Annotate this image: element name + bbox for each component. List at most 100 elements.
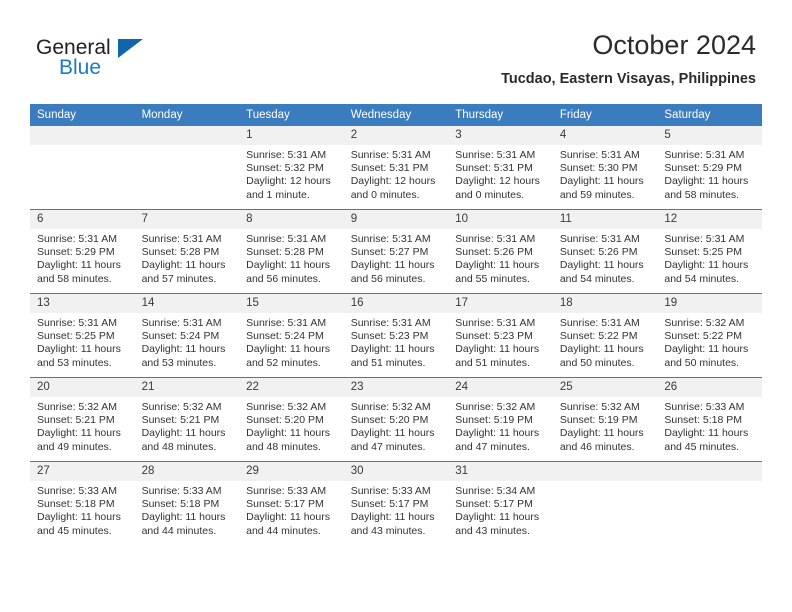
sunrise-text: Sunrise: 5:31 AM xyxy=(559,149,640,161)
day-number: 22 xyxy=(239,378,344,397)
daylight-text-line1: Daylight: 11 hours xyxy=(455,259,540,272)
daylight-text-line2: and 58 minutes. xyxy=(37,272,112,285)
day-number: 17 xyxy=(448,294,553,313)
day-details: Sunrise: 5:31 AM Sunset: 5:23 PM Daylight:… xyxy=(448,313,553,370)
sunset-text: Sunset: 5:23 PM xyxy=(350,330,429,343)
calendar-day-cell[interactable]: 8 Sunrise: 5:31 AM Sunset: 5:28 PM Daylight… xyxy=(239,209,344,294)
sunrise-text: Sunrise: 5:31 AM xyxy=(559,233,640,245)
day-number xyxy=(30,126,135,145)
day-details: Sunrise: 5:33 AM Sunset: 5:17 PM Daylight:… xyxy=(344,481,449,538)
daylight-text-line2: and 56 minutes. xyxy=(246,272,321,285)
daylight-text-line2: and 52 minutes. xyxy=(246,356,321,369)
calendar-day-cell[interactable]: 7 Sunrise: 5:31 AM Sunset: 5:28 PM Daylight… xyxy=(134,209,240,294)
sunset-text: Sunset: 5:31 PM xyxy=(350,162,429,175)
calendar-body: 1 Sunrise: 5:31 AM Sunset: 5:32 PM Daylight… xyxy=(30,126,762,545)
calendar-day-cell[interactable]: 31 Sunrise: 5:34 AM Sunset: 5:17 PM Dayligh… xyxy=(448,461,553,545)
daylight-text-line1: Daylight: 11 hours xyxy=(559,343,644,356)
day-number: 19 xyxy=(657,294,762,313)
sunset-text: Sunset: 5:24 PM xyxy=(141,330,220,343)
day-number: 30 xyxy=(343,462,449,481)
sunrise-text: Sunrise: 5:32 AM xyxy=(141,401,222,413)
calendar-day-cell[interactable]: 4 Sunrise: 5:31 AM Sunset: 5:30 PM Daylight… xyxy=(552,126,658,210)
sunrise-text: Sunrise: 5:32 AM xyxy=(246,401,327,413)
daylight-text-line2: and 53 minutes. xyxy=(37,356,112,369)
daylight-text-line1: Daylight: 11 hours xyxy=(455,427,540,440)
sunset-text: Sunset: 5:21 PM xyxy=(37,414,115,427)
calendar-day-cell[interactable]: 21 Sunrise: 5:32 AM Sunset: 5:21 PM Dayligh… xyxy=(134,377,240,462)
day-details: Sunrise: 5:32 AM Sunset: 5:21 PM Daylight:… xyxy=(135,397,240,454)
day-details: Sunrise: 5:31 AM Sunset: 5:25 PM Daylight:… xyxy=(657,229,762,286)
title-block: October 2024 Tucdao, Eastern Visayas, Ph… xyxy=(501,28,756,88)
sunset-text: Sunset: 5:17 PM xyxy=(455,498,533,511)
day-details: Sunrise: 5:31 AM Sunset: 5:26 PM Daylight:… xyxy=(448,229,553,286)
daylight-text-line2: and 47 minutes. xyxy=(350,440,426,453)
sunrise-text: Sunrise: 5:32 AM xyxy=(37,401,117,413)
calendar-day-cell[interactable]: 1 Sunrise: 5:31 AM Sunset: 5:32 PM Daylight… xyxy=(239,126,344,210)
daylight-text-line2: and 55 minutes. xyxy=(455,272,530,285)
calendar-day-cell[interactable]: 29 Sunrise: 5:33 AM Sunset: 5:17 PM Dayligh… xyxy=(239,461,344,545)
sunset-text: Sunset: 5:18 PM xyxy=(141,498,220,511)
day-number: 24 xyxy=(448,378,553,397)
daylight-text-line1: Daylight: 11 hours xyxy=(455,511,540,524)
daylight-text-line2: and 48 minutes. xyxy=(246,440,321,453)
sunrise-text: Sunrise: 5:33 AM xyxy=(350,485,431,497)
calendar-cell-empty xyxy=(657,461,762,545)
sunset-text: Sunset: 5:22 PM xyxy=(664,330,743,343)
day-details: Sunrise: 5:31 AM Sunset: 5:31 PM Daylight:… xyxy=(448,145,553,202)
daylight-text-line2: and 43 minutes. xyxy=(455,524,530,537)
sunset-text: Sunset: 5:29 PM xyxy=(37,246,115,259)
calendar-day-cell[interactable]: 26 Sunrise: 5:33 AM Sunset: 5:18 PM Dayligh… xyxy=(657,377,762,462)
sunrise-text: Sunrise: 5:31 AM xyxy=(246,149,327,161)
daylight-text-line2: and 57 minutes. xyxy=(141,272,217,285)
calendar-day-cell[interactable]: 20 Sunrise: 5:32 AM Sunset: 5:21 PM Dayligh… xyxy=(30,377,135,462)
sunset-text: Sunset: 5:28 PM xyxy=(246,246,324,259)
calendar-day-cell[interactable]: 22 Sunrise: 5:32 AM Sunset: 5:20 PM Dayligh… xyxy=(239,377,344,462)
calendar-day-cell[interactable]: 18 Sunrise: 5:31 AM Sunset: 5:22 PM Dayligh… xyxy=(552,293,658,378)
day-details: Sunrise: 5:31 AM Sunset: 5:25 PM Daylight:… xyxy=(30,313,135,370)
daylight-text-line1: Daylight: 12 hours xyxy=(246,175,331,188)
day-number xyxy=(657,462,762,481)
day-number: 25 xyxy=(552,378,658,397)
calendar-day-cell[interactable]: 24 Sunrise: 5:32 AM Sunset: 5:19 PM Dayligh… xyxy=(448,377,553,462)
daylight-text-line2: and 53 minutes. xyxy=(141,356,217,369)
sunset-text: Sunset: 5:26 PM xyxy=(455,246,533,259)
daylight-text-line2: and 45 minutes. xyxy=(664,440,740,453)
sunset-text: Sunset: 5:22 PM xyxy=(559,330,638,343)
calendar-day-cell[interactable]: 25 Sunrise: 5:32 AM Sunset: 5:19 PM Dayligh… xyxy=(552,377,658,462)
sunset-text: Sunset: 5:17 PM xyxy=(350,498,429,511)
calendar-day-cell[interactable]: 19 Sunrise: 5:32 AM Sunset: 5:22 PM Dayligh… xyxy=(657,293,762,378)
calendar-day-cell[interactable]: 23 Sunrise: 5:32 AM Sunset: 5:20 PM Dayligh… xyxy=(343,377,449,462)
sunset-text: Sunset: 5:19 PM xyxy=(559,414,638,427)
calendar-day-cell[interactable]: 2 Sunrise: 5:31 AM Sunset: 5:31 PM Daylight… xyxy=(343,126,449,210)
calendar-day-cell[interactable]: 28 Sunrise: 5:33 AM Sunset: 5:18 PM Dayligh… xyxy=(134,461,240,545)
sunrise-text: Sunrise: 5:31 AM xyxy=(455,233,536,245)
day-number: 27 xyxy=(30,462,135,481)
calendar-day-cell[interactable]: 5 Sunrise: 5:31 AM Sunset: 5:29 PM Daylight… xyxy=(657,126,762,210)
calendar-week-row: 13 Sunrise: 5:31 AM Sunset: 5:25 PM Dayligh… xyxy=(30,293,762,378)
sunrise-text: Sunrise: 5:31 AM xyxy=(350,149,431,161)
daylight-text-line1: Daylight: 11 hours xyxy=(350,259,435,272)
calendar-day-cell[interactable]: 10 Sunrise: 5:31 AM Sunset: 5:26 PM Dayligh… xyxy=(448,209,553,294)
calendar-day-cell[interactable]: 11 Sunrise: 5:31 AM Sunset: 5:26 PM Dayligh… xyxy=(552,209,658,294)
calendar-day-cell[interactable]: 27 Sunrise: 5:33 AM Sunset: 5:18 PM Dayligh… xyxy=(30,461,135,545)
calendar-day-cell[interactable]: 15 Sunrise: 5:31 AM Sunset: 5:24 PM Dayligh… xyxy=(239,293,344,378)
day-number: 8 xyxy=(239,210,344,229)
calendar-day-cell[interactable]: 6 Sunrise: 5:31 AM Sunset: 5:29 PM Daylight… xyxy=(30,209,135,294)
calendar-day-cell[interactable]: 3 Sunrise: 5:31 AM Sunset: 5:31 PM Daylight… xyxy=(448,126,553,210)
generalblue-logo[interactable]: General Blue xyxy=(36,36,236,86)
sunset-text: Sunset: 5:25 PM xyxy=(37,330,115,343)
sunset-text: Sunset: 5:24 PM xyxy=(246,330,324,343)
day-details: Sunrise: 5:33 AM Sunset: 5:18 PM Daylight:… xyxy=(30,481,135,538)
sunset-text: Sunset: 5:32 PM xyxy=(246,162,324,175)
calendar-day-cell[interactable]: 30 Sunrise: 5:33 AM Sunset: 5:17 PM Dayligh… xyxy=(343,461,449,545)
page-subtitle: Tucdao, Eastern Visayas, Philippines xyxy=(501,71,756,87)
calendar-day-cell[interactable]: 16 Sunrise: 5:31 AM Sunset: 5:23 PM Dayligh… xyxy=(343,293,449,378)
calendar-day-cell[interactable]: 9 Sunrise: 5:31 AM Sunset: 5:27 PM Daylight… xyxy=(343,209,449,294)
calendar-day-cell[interactable]: 13 Sunrise: 5:31 AM Sunset: 5:25 PM Dayligh… xyxy=(30,293,135,378)
calendar-day-cell[interactable]: 17 Sunrise: 5:31 AM Sunset: 5:23 PM Dayligh… xyxy=(448,293,553,378)
calendar-week-row: 6 Sunrise: 5:31 AM Sunset: 5:29 PM Daylight… xyxy=(30,209,762,294)
calendar-day-cell[interactable]: 12 Sunrise: 5:31 AM Sunset: 5:25 PM Dayligh… xyxy=(657,209,762,294)
day-details: Sunrise: 5:31 AM Sunset: 5:24 PM Daylight:… xyxy=(135,313,240,370)
calendar-day-cell[interactable]: 14 Sunrise: 5:31 AM Sunset: 5:24 PM Dayligh… xyxy=(134,293,240,378)
day-details: Sunrise: 5:31 AM Sunset: 5:29 PM Daylight:… xyxy=(30,229,135,286)
